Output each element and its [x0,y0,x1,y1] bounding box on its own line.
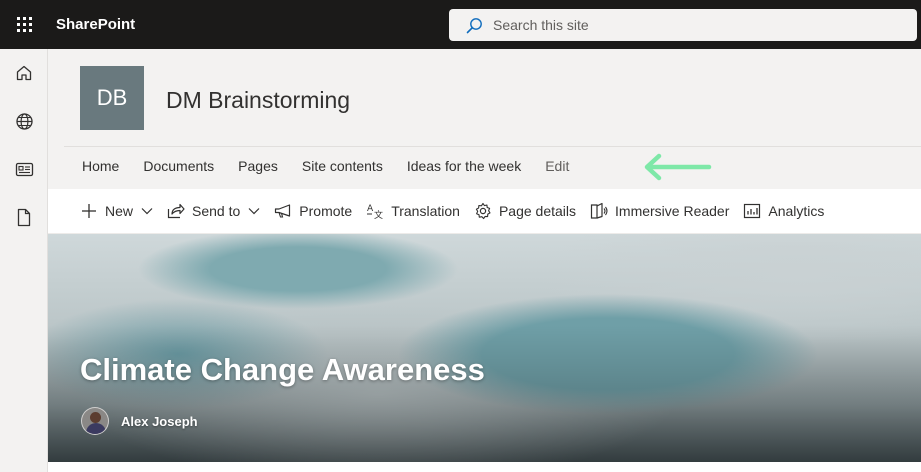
analytics-button[interactable]: Analytics [737,189,832,233]
news-icon [15,162,33,176]
nav-item-pages[interactable]: Pages [226,147,290,185]
svg-text:文: 文 [374,209,383,220]
globe-icon [15,112,33,130]
home-icon [16,65,32,81]
nav-edit-link[interactable]: Edit [533,147,581,185]
file-icon [17,208,31,226]
suite-bar: SharePoint [0,0,921,49]
site-logo[interactable]: DB [80,66,144,130]
share-icon [167,202,185,220]
search-icon [465,16,483,34]
translation-button[interactable]: A 文 Translation [360,189,468,233]
page-details-button[interactable]: Page details [468,189,584,233]
immersive-reader-button[interactable]: Immersive Reader [584,189,737,233]
nav-item-site-contents[interactable]: Site contents [290,147,395,185]
sites-button[interactable] [0,97,48,145]
send-to-label: Send to [192,203,241,219]
annotation-arrow-icon [644,153,712,181]
immersive-reader-label: Immersive Reader [615,203,730,219]
search-input[interactable] [493,10,893,40]
new-button[interactable]: New [74,189,161,233]
app-launcher-button[interactable] [0,0,48,49]
nav-item-home[interactable]: Home [70,147,131,185]
app-bar [0,49,48,472]
files-button[interactable] [0,193,48,241]
svg-text:A: A [367,204,374,214]
add-icon [80,202,98,220]
page-content-area [48,462,921,472]
new-label: New [105,203,134,219]
promote-label: Promote [299,203,353,219]
site-header: DB DM Brainstorming Home Documents Pages… [48,49,921,189]
search-box[interactable] [449,9,917,41]
chevron-down-icon [141,205,153,217]
gear-icon [474,202,492,220]
nav-item-ideas-for-the-week[interactable]: Ideas for the week [395,147,533,185]
author-name[interactable]: Alex Joseph [121,414,198,429]
translation-label: Translation [391,203,460,219]
app-name[interactable]: SharePoint [56,0,135,49]
author-byline[interactable]: Alex Joseph [81,407,198,435]
app-launcher-icon [16,17,32,32]
megaphone-icon [274,202,292,220]
page-title[interactable]: Climate Change Awareness [80,352,485,388]
analytics-label: Analytics [768,203,825,219]
immersive-reader-icon [590,202,608,220]
home-button[interactable] [0,49,48,97]
avatar[interactable] [81,407,109,435]
command-bar: New Send to Promote A 文 Translation Page… [48,189,921,234]
translate-icon: A 文 [366,202,384,220]
promote-button[interactable]: Promote [268,189,360,233]
page-details-label: Page details [498,203,577,219]
hero-banner: Climate Change Awareness Alex Joseph [48,234,921,462]
nav-item-documents[interactable]: Documents [131,147,226,185]
news-button[interactable] [0,145,48,193]
site-navigation: Home Documents Pages Site contents Ideas… [70,147,581,185]
chevron-down-icon [248,205,260,217]
send-to-button[interactable]: Send to [161,189,268,233]
analytics-icon [743,202,761,220]
site-title[interactable]: DM Brainstorming [166,87,350,114]
